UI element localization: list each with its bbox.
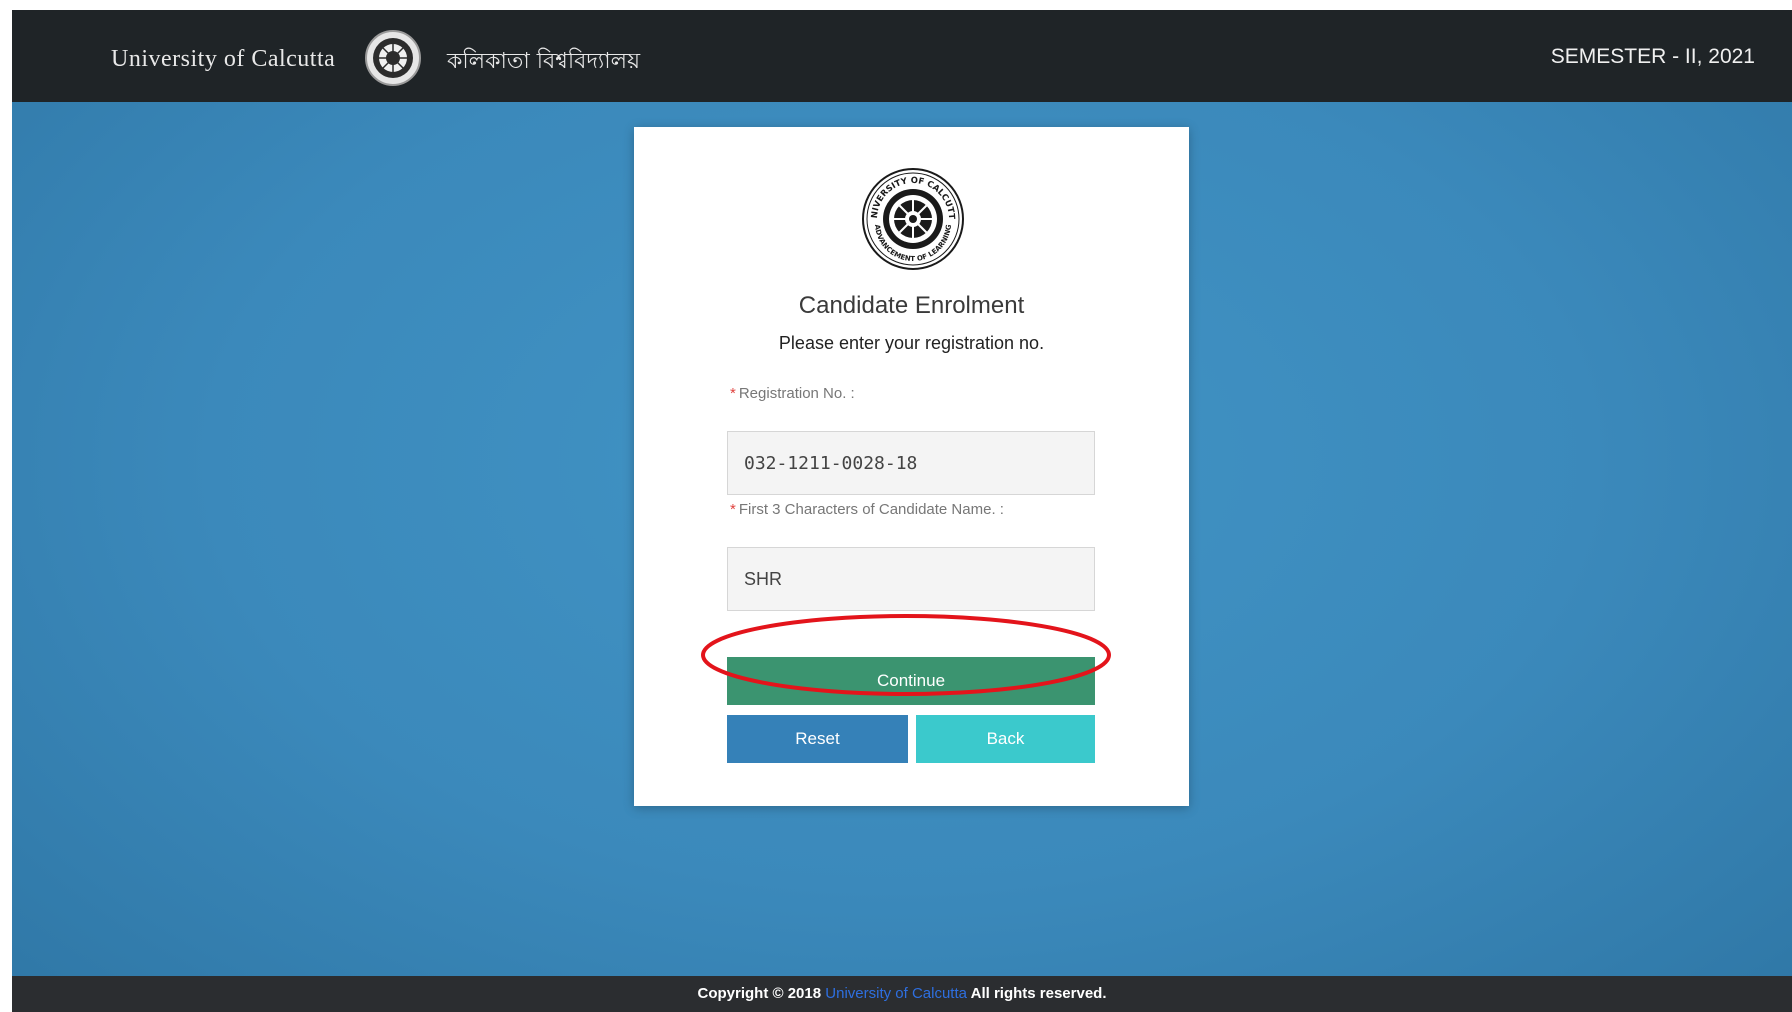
continue-button[interactable]: Continue [727,657,1095,705]
brand-name-english[interactable]: University of Calcutta [111,46,335,73]
name-chars-label: * First 3 Characters of Candidate Name. : [730,501,1004,518]
university-logo-icon[interactable] [364,29,422,87]
footer: Copyright © 2018 University of Calcutta … [12,976,1792,1012]
required-marker: * [730,501,736,518]
registration-label-text: Registration No. : [738,385,855,402]
enrolment-card: UNIVERSITY OF CALCUTTA ADVANCEMENT OF LE… [634,127,1189,806]
back-button[interactable]: Back [916,715,1095,763]
rights-text: All rights reserved. [970,985,1107,1002]
name-chars-label-text: First 3 Characters of Candidate Name. : [738,501,1004,518]
reset-button[interactable]: Reset [727,715,908,763]
semester-label: SEMESTER - II, 2021 [1550,45,1755,68]
page-title: Candidate Enrolment [798,292,1025,319]
required-marker: * [730,385,736,402]
university-seal-icon: UNIVERSITY OF CALCUTTA ADVANCEMENT OF LE… [861,167,964,270]
university-link[interactable]: University of Calcutta [825,985,967,1002]
top-navbar: University of Calcutta কলিকাতা বিশ্ববিদ্… [12,10,1792,102]
registration-number-input[interactable] [727,431,1095,495]
brand-name-bengali: কলিকাতা বিশ্ববিদ্যালয় [447,49,641,74]
registration-label: * Registration No. : [730,385,855,402]
page-instructions: Please enter your registration no. [778,333,1045,353]
candidate-name-chars-input[interactable] [727,547,1095,611]
page-frame: University of Calcutta কলিকাতা বিশ্ববিদ্… [12,10,1792,1012]
copyright-text: Copyright © 2018 [697,985,822,1002]
